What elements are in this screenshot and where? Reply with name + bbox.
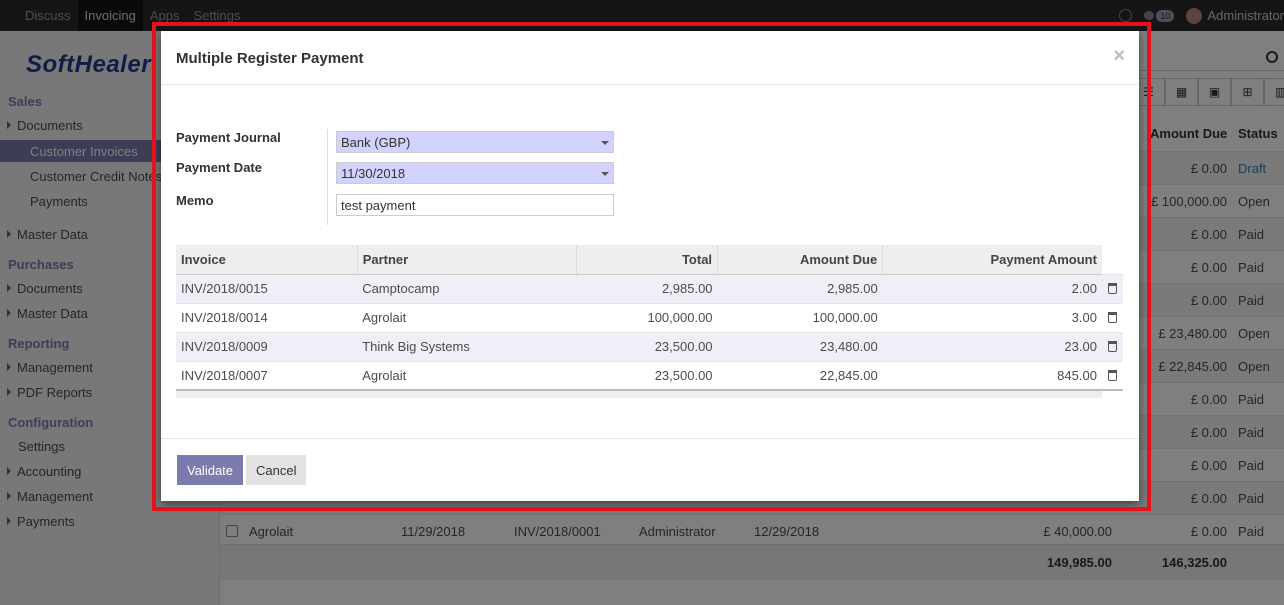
cell-payment-amount[interactable]: 3.00 — [882, 302, 1102, 332]
delete-line-button[interactable] — [1101, 302, 1123, 332]
footer-cell — [576, 389, 718, 398]
cell-total: 2,985.00 — [576, 273, 718, 303]
cell-payment-amount[interactable]: 23.00 — [882, 331, 1102, 361]
cell-amount-due: 23,480.00 — [717, 331, 883, 361]
cell-total: 23,500.00 — [576, 331, 718, 361]
cell-total: 100,000.00 — [576, 302, 718, 332]
footer-cell — [357, 389, 577, 398]
footer-cell — [176, 389, 358, 398]
column-payment-amount[interactable]: Payment Amount — [882, 245, 1102, 275]
footer-cell — [717, 389, 883, 398]
cell-partner: Camptocamp — [357, 273, 577, 303]
cancel-button[interactable]: Cancel — [246, 455, 307, 485]
column-invoice[interactable]: Invoice — [176, 245, 358, 275]
cell-invoice: INV/2018/0009 — [176, 331, 358, 361]
delete-line-button[interactable] — [1101, 331, 1123, 361]
invoice-lines-table: Invoice Partner Total Amount Due Payment… — [176, 245, 1123, 398]
validate-button[interactable]: Validate — [177, 455, 244, 485]
column-total[interactable]: Total — [575, 245, 718, 275]
table-header-row: Invoice Partner Total Amount Due Payment… — [176, 245, 1123, 275]
column-partner[interactable]: Partner — [356, 245, 577, 275]
dialog-title: Multiple Register Payment — [176, 50, 364, 67]
cell-invoice: INV/2018/0014 — [176, 302, 358, 332]
dialog-header: Multiple Register Payment × — [161, 31, 1139, 85]
trash-icon — [1107, 312, 1117, 323]
close-icon[interactable]: × — [1113, 45, 1125, 68]
cell-invoice: INV/2018/0007 — [176, 360, 358, 390]
payment-date-label: Payment Date — [176, 160, 262, 175]
column-actions — [1101, 245, 1123, 274]
payment-journal-select[interactable]: Bank (GBP) — [336, 131, 614, 153]
trash-icon — [1107, 341, 1117, 352]
dropdown-arrow-icon — [601, 172, 609, 176]
cell-partner: Agrolait — [357, 302, 577, 332]
memo-input[interactable]: test payment — [336, 194, 614, 216]
payment-date-input[interactable]: 11/30/2018 — [336, 162, 614, 184]
table-footer-row — [176, 389, 1123, 398]
dialog-footer: Validate Cancel — [161, 438, 1139, 501]
cell-partner: Think Big Systems — [357, 331, 577, 361]
cell-amount-due: 2,985.00 — [717, 273, 883, 303]
form-divider — [327, 129, 328, 225]
footer-cell — [882, 389, 1102, 398]
cell-invoice: INV/2018/0015 — [176, 273, 358, 303]
cell-amount-due: 22,845.00 — [717, 360, 883, 390]
register-payment-dialog: Multiple Register Payment × Payment Jour… — [161, 31, 1139, 501]
payment-journal-label: Payment Journal — [176, 130, 281, 145]
table-row[interactable]: INV/2018/0009 Think Big Systems 23,500.00 2… — [176, 331, 1123, 361]
trash-icon — [1107, 283, 1117, 294]
cell-payment-amount[interactable]: 845.00 — [882, 360, 1102, 390]
table-row[interactable]: INV/2018/0007 Agrolait 23,500.00 22,845.00 8… — [176, 360, 1123, 390]
cell-total: 23,500.00 — [576, 360, 718, 390]
delete-line-button[interactable] — [1101, 273, 1123, 303]
table-row[interactable]: INV/2018/0015 Camptocamp 2,985.00 2,985.00 2… — [176, 273, 1123, 303]
table-row[interactable]: INV/2018/0014 Agrolait 100,000.00 100,000.0… — [176, 302, 1123, 332]
column-amount-due[interactable]: Amount Due — [717, 245, 883, 275]
memo-label: Memo — [176, 193, 214, 208]
footer-cell — [1101, 389, 1123, 398]
cell-payment-amount[interactable]: 2.00 — [882, 273, 1102, 303]
trash-icon — [1107, 369, 1117, 381]
cell-amount-due: 100,000.00 — [717, 302, 883, 332]
cell-partner: Agrolait — [357, 360, 577, 390]
memo-value: test payment — [341, 198, 416, 213]
dropdown-arrow-icon — [601, 141, 609, 145]
payment-journal-value: Bank (GBP) — [341, 135, 411, 150]
payment-date-value: 11/30/2018 — [341, 166, 406, 181]
delete-line-button[interactable] — [1101, 360, 1123, 390]
invoice-lines: INV/2018/0015 Camptocamp 2,985.00 2,985.00 2… — [176, 273, 1123, 398]
